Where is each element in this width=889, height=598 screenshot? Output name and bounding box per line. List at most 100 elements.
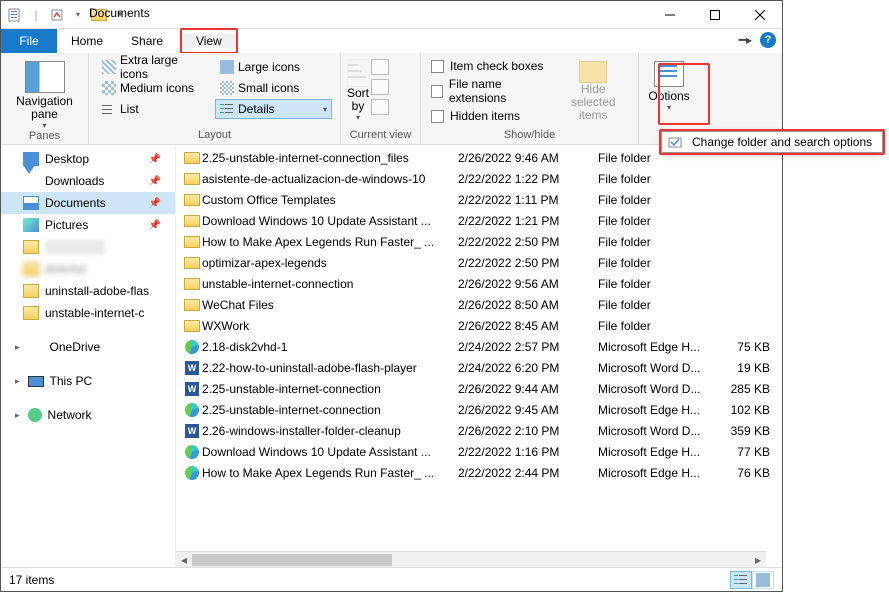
- documents-icon: [23, 196, 39, 210]
- file-name: 2.25-unstable-internet-connection: [202, 382, 458, 396]
- scroll-left-icon[interactable]: ◂: [176, 552, 192, 567]
- horizontal-scrollbar[interactable]: ◂ ▸: [176, 551, 766, 567]
- tree-hidden1[interactable]: [1, 236, 175, 258]
- file-name: How to Make Apex Legends Run Faster_ ...: [202, 235, 458, 249]
- navigation-tree[interactable]: Desktop📌 Downloads📌 Documents📌 Pictures📌…: [1, 145, 176, 567]
- layout-list[interactable]: List: [97, 99, 214, 119]
- list-icon: [102, 102, 116, 116]
- group-by-icon[interactable]: [371, 59, 389, 75]
- file-date: 2/22/2022 1:11 PM: [458, 193, 598, 207]
- file-row[interactable]: Download Windows 10 Update Assistant ...…: [182, 441, 782, 462]
- tree-network[interactable]: ▸Network: [1, 404, 175, 426]
- tree-this-pc[interactable]: ▸This PC: [1, 370, 175, 392]
- file-row[interactable]: optimizar-apex-legends2/22/2022 2:50 PMF…: [182, 252, 782, 273]
- file-name: Download Windows 10 Update Assistant ...: [202, 445, 458, 459]
- thumbnails-view-toggle[interactable]: [752, 571, 774, 589]
- tree-onedrive[interactable]: ▸OneDrive: [1, 336, 175, 358]
- add-columns-icon[interactable]: [371, 79, 389, 95]
- layout-small[interactable]: Small icons: [215, 78, 332, 98]
- ribbon-label-panes: Panes: [7, 130, 82, 144]
- file-size: 19 KB: [728, 361, 778, 375]
- folder-icon: [23, 284, 39, 298]
- tab-home[interactable]: Home: [57, 29, 117, 53]
- tab-share[interactable]: Share: [117, 29, 177, 53]
- sort-by-icon: [347, 59, 369, 87]
- item-check-boxes[interactable]: Item check boxes: [431, 59, 550, 73]
- file-type: File folder: [598, 193, 728, 207]
- layout-details[interactable]: Details▾: [215, 99, 332, 119]
- file-row[interactable]: How to Make Apex Legends Run Faster_ ...…: [182, 462, 782, 483]
- minimize-ribbon-icon[interactable]: ━▸: [739, 33, 752, 47]
- scroll-thumb[interactable]: [192, 554, 392, 566]
- maximize-button[interactable]: [692, 1, 737, 29]
- tree-downloads[interactable]: Downloads📌: [1, 170, 175, 192]
- details-view-toggle[interactable]: [730, 571, 752, 589]
- file-size: 359 KB: [728, 424, 778, 438]
- help-icon[interactable]: ?: [760, 32, 776, 48]
- navigation-pane-button[interactable]: Navigation pane ▾: [7, 55, 82, 130]
- explorer-window: | ▾ ▾ Documents File Home Share View ━▸ …: [0, 0, 783, 592]
- file-type: File folder: [598, 172, 728, 186]
- close-button[interactable]: [737, 1, 782, 29]
- file-row[interactable]: WXWork2/26/2022 8:45 AMFile folder: [182, 315, 782, 336]
- folder-icon: [184, 257, 200, 269]
- qat-dropdown-icon[interactable]: ▾: [68, 5, 88, 25]
- file-type: File folder: [598, 277, 728, 291]
- file-row[interactable]: Download Windows 10 Update Assistant ...…: [182, 210, 782, 231]
- file-name: How to Make Apex Legends Run Faster_ ...: [202, 466, 458, 480]
- edge-icon: [185, 466, 199, 480]
- file-date: 2/26/2022 8:45 AM: [458, 319, 598, 333]
- item-count: 17 items: [9, 573, 54, 587]
- file-row[interactable]: WeChat Files2/26/2022 8:50 AMFile folder: [182, 294, 782, 315]
- tree-uninstall[interactable]: uninstall-adobe-flas: [1, 280, 175, 302]
- file-type: File folder: [598, 151, 728, 165]
- word-icon: W: [185, 382, 199, 396]
- ribbon-group-show-hide: Item check boxes File name extensions Hi…: [421, 53, 639, 145]
- edge-icon: [185, 403, 199, 417]
- tree-hidden2[interactable]: diskvhd: [1, 258, 175, 280]
- folder-icon: [23, 306, 39, 320]
- minimize-button[interactable]: [647, 1, 692, 29]
- file-row[interactable]: How to Make Apex Legends Run Faster_ ...…: [182, 231, 782, 252]
- tree-unstable[interactable]: unstable-internet-c: [1, 302, 175, 324]
- file-size: 75 KB: [728, 340, 778, 354]
- file-type: File folder: [598, 235, 728, 249]
- properties-icon[interactable]: [47, 5, 67, 25]
- sort-by-button[interactable]: Sort by ▾: [347, 55, 369, 122]
- tab-file[interactable]: File: [1, 29, 57, 53]
- layout-extra-large[interactable]: Extra large icons: [97, 57, 214, 77]
- file-date: 2/24/2022 6:20 PM: [458, 361, 598, 375]
- tab-view[interactable]: View: [182, 34, 236, 48]
- file-row[interactable]: W2.26-windows-installer-folder-cleanup2/…: [182, 420, 782, 441]
- nav-pane-label: Navigation pane: [7, 95, 82, 121]
- file-icon[interactable]: [5, 5, 25, 25]
- edge-icon: [185, 340, 199, 354]
- file-row[interactable]: 2.25-unstable-internet-connection2/26/20…: [182, 399, 782, 420]
- file-row[interactable]: unstable-internet-connection2/26/2022 9:…: [182, 273, 782, 294]
- file-row[interactable]: W2.25-unstable-internet-connection2/26/2…: [182, 378, 782, 399]
- window-controls: [647, 1, 782, 29]
- folder-icon: [23, 240, 39, 254]
- file-type: File folder: [598, 319, 728, 333]
- tree-documents[interactable]: Documents📌: [1, 192, 175, 214]
- size-columns-icon[interactable]: [371, 99, 389, 115]
- file-date: 2/22/2022 2:50 PM: [458, 256, 598, 270]
- scroll-right-icon[interactable]: ▸: [750, 552, 766, 567]
- file-row[interactable]: 2.18-disk2vhd-12/24/2022 2:57 PMMicrosof…: [182, 336, 782, 357]
- layout-medium[interactable]: Medium icons: [97, 78, 214, 98]
- file-name: optimizar-apex-legends: [202, 256, 458, 270]
- file-name-extensions[interactable]: File name extensions: [431, 77, 550, 105]
- file-row[interactable]: W2.22-how-to-uninstall-adobe-flash-playe…: [182, 357, 782, 378]
- options-highlight: [658, 63, 710, 125]
- tree-pictures[interactable]: Pictures📌: [1, 214, 175, 236]
- file-row[interactable]: 2.25-unstable-internet-connection_files2…: [182, 147, 782, 168]
- folder-icon: [184, 320, 200, 332]
- file-row[interactable]: Custom Office Templates2/22/2022 1:11 PM…: [182, 189, 782, 210]
- file-row[interactable]: asistente-de-actualizacion-de-windows-10…: [182, 168, 782, 189]
- pin-icon: 📌: [149, 220, 161, 231]
- file-list[interactable]: 2.25-unstable-internet-connection_files2…: [182, 147, 782, 483]
- hidden-items[interactable]: Hidden items: [431, 109, 550, 123]
- file-date: 2/26/2022 8:50 AM: [458, 298, 598, 312]
- layout-large[interactable]: Large icons: [215, 57, 332, 77]
- ribbon-group-current-view: Sort by ▾ Current view: [341, 53, 421, 145]
